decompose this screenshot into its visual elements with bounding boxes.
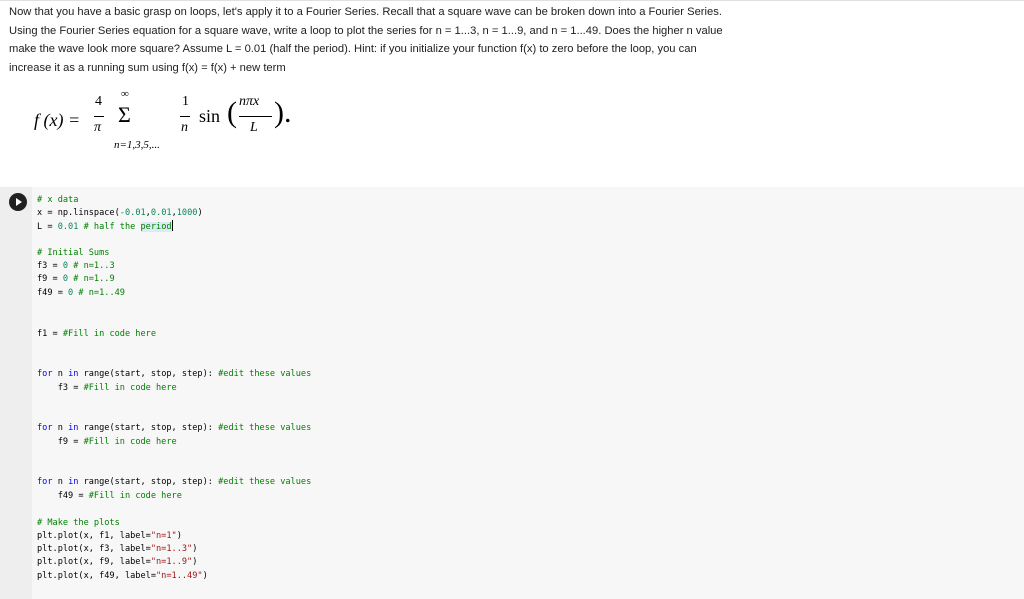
formula-lower-limit: n=1,3,5,... — [114, 139, 160, 151]
formula-sigma: Σ — [118, 102, 131, 127]
code-line-loop-9: for n in range(start, stop, step): #edit… — [37, 423, 312, 433]
question-text-cell: Now that you have a basic grasp on loops… — [9, 3, 1009, 77]
formula-fraction-bar-2 — [180, 116, 190, 117]
code-line-body-9: f9 = #Fill in code here — [37, 437, 177, 447]
formula-inner-denominator: L — [250, 120, 258, 135]
formula-open-paren: ( — [227, 96, 237, 129]
question-line-2: Using the Fourier Series equation for a … — [9, 24, 723, 37]
formula-fraction-bar-3 — [239, 116, 272, 117]
code-line-7: f9 = 0 # n=1..9 — [37, 274, 115, 284]
code-line-plot-1: plt.plot(x, f1, label="n=1") — [37, 531, 182, 541]
code-line-loop-49: for n in range(start, stop, step): #edit… — [37, 477, 312, 487]
play-icon — [16, 198, 22, 206]
code-line-plot-4: plt.plot(x, f49, label="n=1..49") — [37, 571, 208, 581]
question-line-4: increase it as a running sum using f(x) … — [9, 61, 286, 74]
formula-inner-numerator: nπx — [239, 94, 260, 109]
run-cell-button[interactable] — [9, 193, 27, 211]
code-line-body-3: f3 = #Fill in code here — [37, 383, 177, 393]
code-line-3: L = 0.01 # half the period — [37, 220, 173, 232]
code-line-body-49: f49 = #Fill in code here — [37, 491, 182, 501]
code-line-8: f49 = 0 # n=1..49 — [37, 288, 125, 298]
formula-fraction-bar-1 — [94, 116, 104, 117]
question-line-1: Now that you have a basic grasp on loops… — [9, 6, 722, 18]
formula-pi: π — [94, 120, 102, 135]
code-line-plot-3: plt.plot(x, f9, label="n=1..9") — [37, 557, 198, 567]
formula-numerator-one: 1 — [182, 94, 189, 109]
formula-n: n — [181, 120, 188, 135]
formula-numerator-four: 4 — [95, 94, 102, 109]
cell-gutter — [0, 187, 32, 599]
fourier-series-formula: f (x) = 4 π ∞ Σ n=1,3,5,... 1 n sin ( nπ… — [34, 84, 314, 160]
code-line-6: f3 = 0 # n=1..3 — [37, 261, 115, 271]
text-cursor — [171, 220, 173, 231]
formula-infinity: ∞ — [121, 88, 129, 100]
code-line-5: # Initial Sums — [37, 248, 110, 258]
code-line-loop-3: for n in range(start, stop, step): #edit… — [37, 369, 312, 379]
formula-sin: sin — [199, 106, 221, 126]
code-line-1: # x data — [37, 195, 79, 205]
formula-close-paren: ). — [274, 96, 292, 129]
code-cell[interactable]: # x data x = np.linspace(-0.01,0.01,1000… — [0, 187, 1024, 599]
code-line-2: x = np.linspace(-0.01,0.01,1000) — [37, 208, 203, 218]
code-editor[interactable]: # x data x = np.linspace(-0.01,0.01,1000… — [32, 187, 1024, 599]
top-divider — [0, 0, 1024, 1]
selected-text: period — [140, 222, 172, 232]
question-line-3: make the wave look more square? Assume L… — [9, 43, 697, 56]
code-line-plot-2: plt.plot(x, f3, label="n=1..3") — [37, 544, 198, 554]
formula-lhs: f (x) = — [34, 110, 81, 130]
code-line-f1: f1 = #Fill in code here — [37, 329, 157, 339]
code-line-plots-comment: # Make the plots — [37, 518, 120, 528]
